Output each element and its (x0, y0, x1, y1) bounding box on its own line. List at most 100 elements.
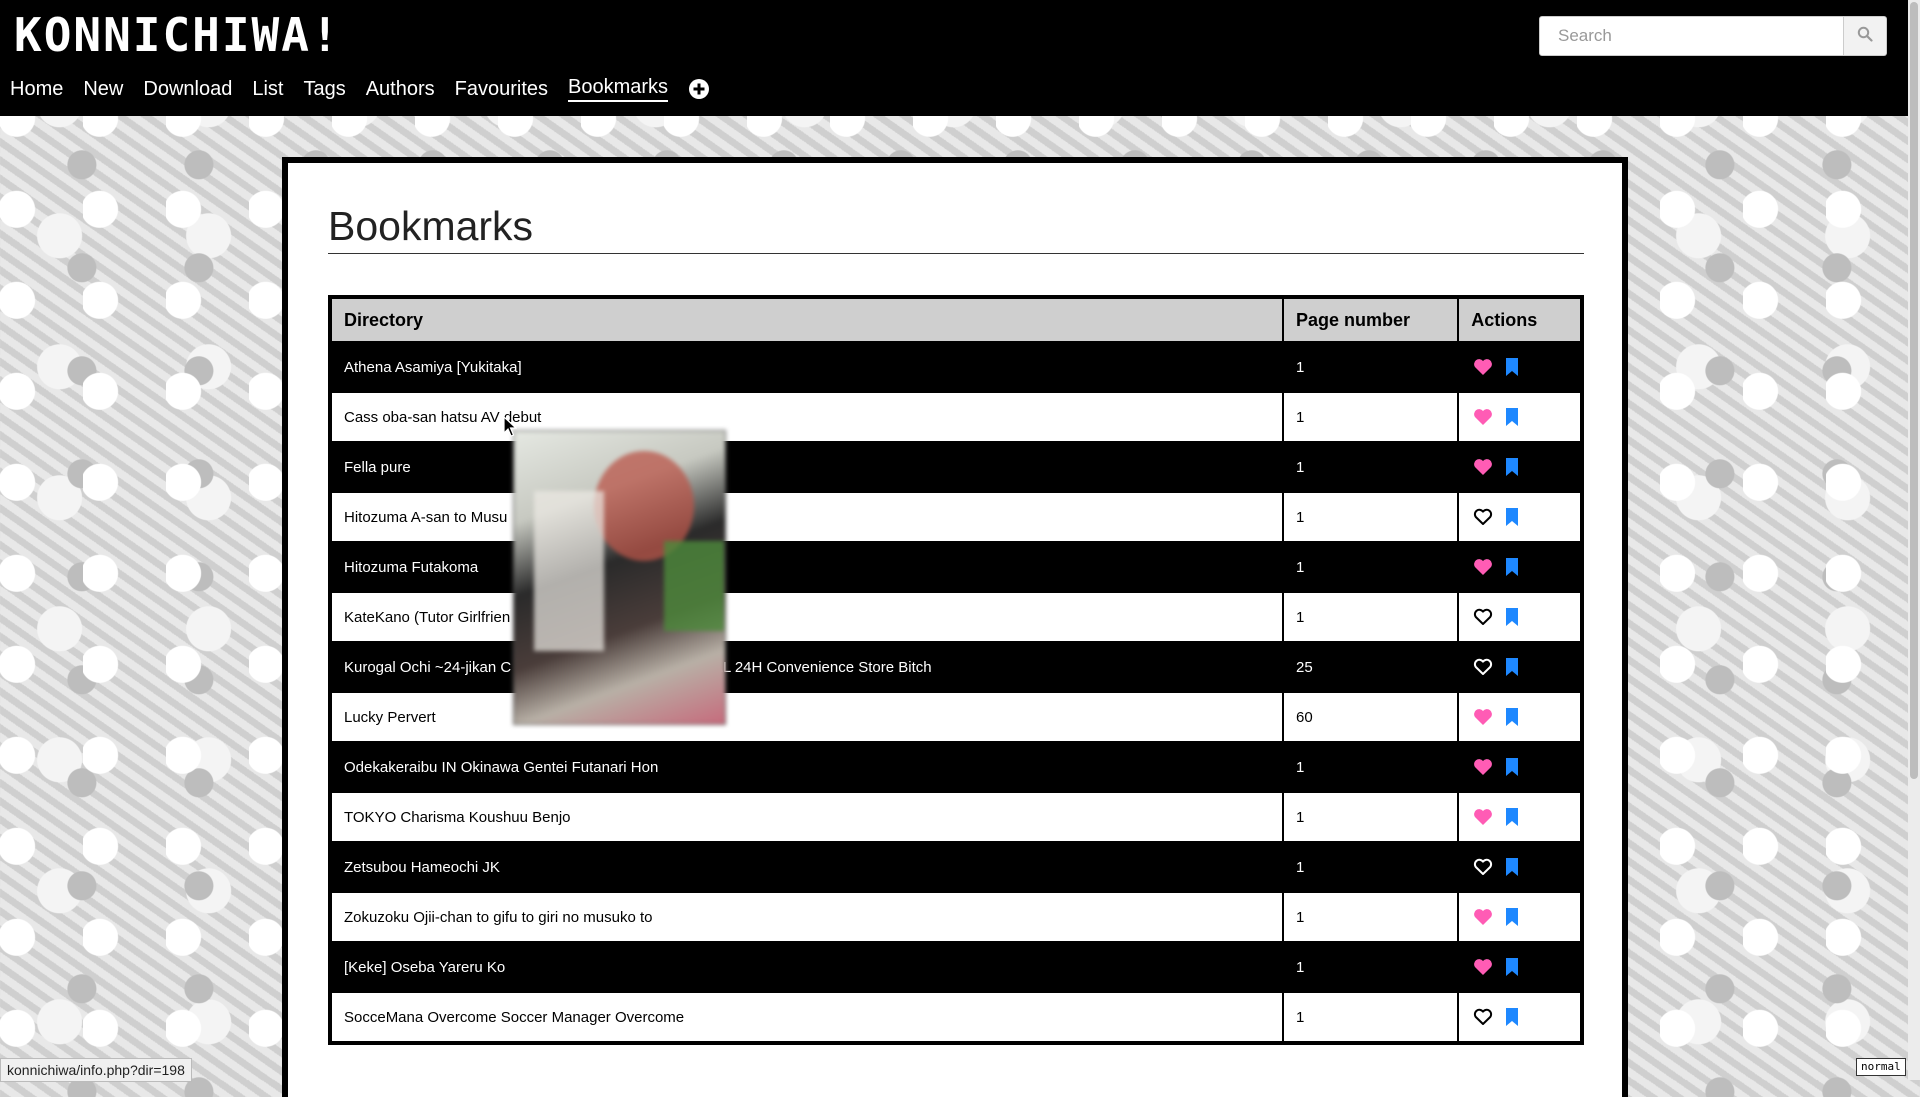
column-header-page-number: Page number (1281, 296, 1460, 343)
page-number-cell: 1 (1281, 341, 1460, 393)
search-form (1539, 16, 1887, 56)
directory-link[interactable]: Fella pure (329, 441, 1284, 493)
table-row: Odekakeraibu IN Okinawa Gentei Futanari … (329, 741, 1583, 793)
mouse-cursor-icon (503, 415, 518, 443)
bookmark-icon[interactable] (1505, 457, 1519, 477)
heart-outline-icon[interactable] (1473, 508, 1493, 526)
table-row: Athena Asamiya [Yukitaka] 1 (329, 341, 1583, 393)
actions-cell (1457, 391, 1583, 443)
bookmark-icon[interactable] (1505, 557, 1519, 577)
page-number-cell: 1 (1281, 941, 1460, 993)
nav-new[interactable]: New (83, 78, 123, 101)
heart-filled-icon[interactable] (1473, 758, 1493, 776)
bookmark-icon[interactable] (1505, 707, 1519, 727)
heart-filled-icon[interactable] (1473, 458, 1493, 476)
heart-filled-icon[interactable] (1473, 958, 1493, 976)
actions-cell (1457, 891, 1583, 943)
search-icon (1857, 26, 1873, 47)
page-number-cell: 1 (1281, 891, 1460, 943)
page-number-cell: 1 (1281, 841, 1460, 893)
column-header-directory: Directory (329, 296, 1284, 343)
nav-favourites[interactable]: Favourites (455, 78, 548, 101)
directory-link[interactable]: [Keke] Oseba Yareru Ko (329, 941, 1284, 993)
site-logo[interactable]: KONNICHIWA! (14, 8, 341, 62)
thumbnail-preview (513, 430, 726, 725)
directory-link[interactable]: Odekakeraibu IN Okinawa Gentei Futanari … (329, 741, 1284, 793)
directory-link[interactable]: Zetsubou Hameochi JK (329, 841, 1284, 893)
content-panel: Bookmarks Directory Page number Actions … (282, 157, 1628, 1097)
directory-link[interactable]: Hitozuma Futakoma (329, 541, 1284, 593)
heart-filled-icon[interactable] (1473, 408, 1493, 426)
page-number-cell: 1 (1281, 541, 1460, 593)
bookmark-icon[interactable] (1505, 757, 1519, 777)
bookmark-icon[interactable] (1505, 1007, 1519, 1027)
actions-cell (1457, 341, 1583, 393)
heart-outline-icon[interactable] (1473, 1008, 1493, 1026)
page-number-cell: 25 (1281, 641, 1460, 693)
table-row: TOKYO Charisma Koushuu Benjo 1 (329, 791, 1583, 843)
directory-link[interactable]: Athena Asamiya [Yukitaka] (329, 341, 1284, 393)
page-number-cell: 60 (1281, 691, 1460, 743)
heart-filled-icon[interactable] (1473, 808, 1493, 826)
page-number-cell: 1 (1281, 591, 1460, 643)
bookmark-icon[interactable] (1505, 957, 1519, 977)
heart-filled-icon[interactable] (1473, 358, 1493, 376)
directory-link[interactable]: Zokuzoku Ojii-chan to gifu to giri no mu… (329, 891, 1284, 943)
nav-download[interactable]: Download (143, 78, 232, 101)
bookmark-icon[interactable] (1505, 907, 1519, 927)
table-row: Zokuzoku Ojii-chan to gifu to giri no mu… (329, 891, 1583, 943)
search-button[interactable] (1844, 16, 1887, 56)
directory-link[interactable]: Kurogal Ochi ~24-jikan C IMMORAL 24H Con… (329, 641, 1284, 693)
nav-list[interactable]: List (252, 78, 283, 101)
directory-link[interactable]: TOKYO Charisma Koushuu Benjo (329, 791, 1284, 843)
heart-outline-icon[interactable] (1473, 658, 1493, 676)
actions-cell (1457, 441, 1583, 493)
actions-cell (1457, 941, 1583, 993)
nav-bookmarks[interactable]: Bookmarks (568, 76, 669, 102)
page-number-cell: 1 (1281, 791, 1460, 843)
heart-outline-icon[interactable] (1473, 858, 1493, 876)
actions-cell (1457, 591, 1583, 643)
directory-link[interactable]: Hitozuma A-san to Musu (329, 491, 1284, 543)
bookmark-icon[interactable] (1505, 657, 1519, 677)
table-row: [Keke] Oseba Yareru Ko 1 (329, 941, 1583, 993)
plus-circle-icon[interactable] (688, 78, 710, 100)
page-number-cell: 1 (1281, 491, 1460, 543)
heart-filled-icon[interactable] (1473, 708, 1493, 726)
heart-filled-icon[interactable] (1473, 908, 1493, 926)
bookmark-icon[interactable] (1505, 807, 1519, 827)
bookmark-icon[interactable] (1505, 407, 1519, 427)
heart-outline-icon[interactable] (1473, 608, 1493, 626)
title-divider (328, 253, 1584, 254)
nav-home[interactable]: Home (10, 78, 63, 101)
page-number-cell: 1 (1281, 441, 1460, 493)
bookmark-icon[interactable] (1505, 607, 1519, 627)
actions-cell (1457, 691, 1583, 743)
directory-link[interactable]: SocceMana Overcome Soccer Manager Overco… (329, 991, 1284, 1044)
actions-cell (1457, 541, 1583, 593)
directory-link[interactable]: Lucky Pervert (329, 691, 1284, 743)
bookmark-icon[interactable] (1505, 857, 1519, 877)
actions-cell (1457, 641, 1583, 693)
column-header-actions: Actions (1457, 296, 1583, 343)
nav-authors[interactable]: Authors (366, 78, 435, 101)
table-row: SocceMana Overcome Soccer Manager Overco… (329, 991, 1583, 1044)
nav-tags[interactable]: Tags (303, 78, 345, 101)
directory-link[interactable]: KateKano (Tutor Girlfrien (329, 591, 1284, 643)
actions-cell (1457, 741, 1583, 793)
scrollbar-thumb[interactable] (1910, 2, 1918, 779)
search-input[interactable] (1539, 16, 1844, 56)
actions-cell (1457, 991, 1583, 1044)
page-scrollbar[interactable] (1908, 0, 1920, 1080)
page-number-cell: 1 (1281, 391, 1460, 443)
table-row: Zetsubou Hameochi JK 1 (329, 841, 1583, 893)
actions-cell (1457, 491, 1583, 543)
page-title: Bookmarks (328, 203, 534, 249)
directory-link[interactable]: Cass oba-san hatsu AV debut (329, 391, 1284, 443)
page-number-cell: 1 (1281, 991, 1460, 1044)
top-header: KONNICHIWA! Home New Download List Tags … (0, 0, 1908, 116)
bookmark-icon[interactable] (1505, 507, 1519, 527)
actions-cell (1457, 841, 1583, 893)
heart-filled-icon[interactable] (1473, 558, 1493, 576)
bookmark-icon[interactable] (1505, 357, 1519, 377)
